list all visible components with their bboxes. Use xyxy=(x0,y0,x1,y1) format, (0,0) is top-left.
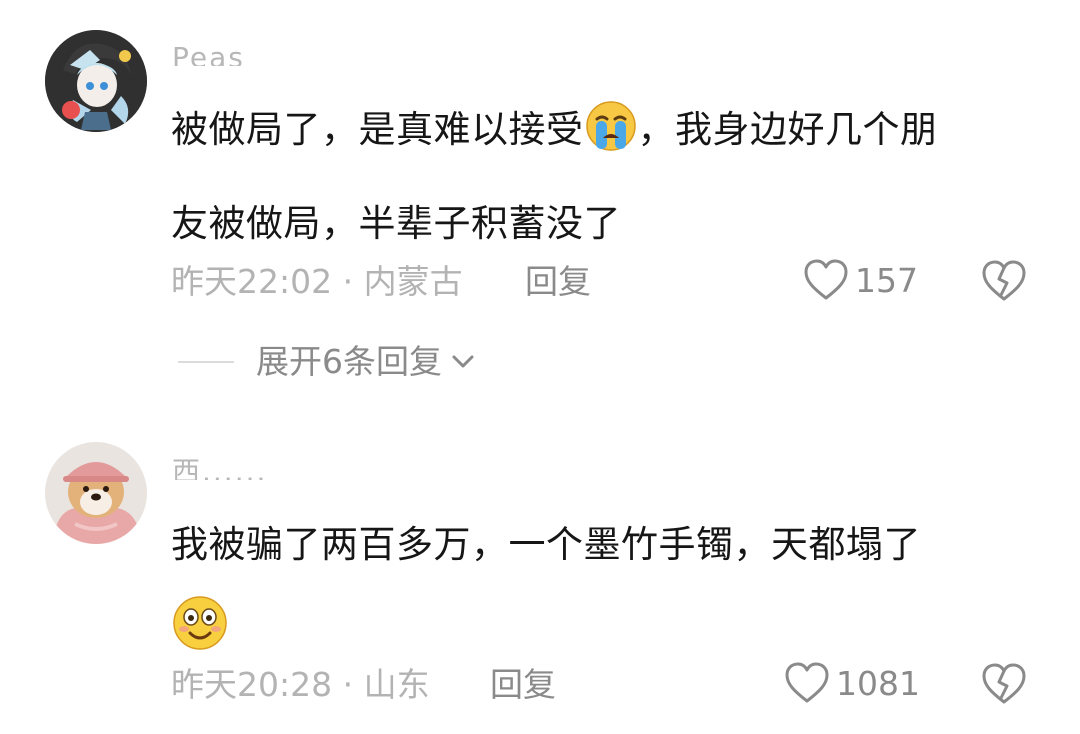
like-count: 1081 xyxy=(836,663,920,703)
avatar[interactable] xyxy=(45,30,147,132)
comment-username[interactable]: Peas xyxy=(172,44,245,66)
dog-avatar-image xyxy=(45,442,147,544)
comment-username[interactable]: 西...... xyxy=(172,458,267,480)
comment-text-line: 我被骗了两百多万，一个墨竹手镯，天都塌了 xyxy=(171,523,921,566)
broken-heart-icon xyxy=(982,663,1026,704)
heart-icon xyxy=(804,259,848,300)
comment-text: 我被骗了两百多万，一个墨竹手镯，天都塌了 xyxy=(171,503,1041,681)
avatar[interactable] xyxy=(45,442,147,544)
timestamp-location: 昨天22:02 · 内蒙古 xyxy=(171,262,463,301)
anime-avatar-image xyxy=(45,30,147,132)
reply-button[interactable]: 回复 xyxy=(525,265,591,298)
reply-button[interactable]: 回复 xyxy=(490,668,556,701)
loudly-crying-face-icon xyxy=(585,98,637,182)
like-count: 157 xyxy=(855,260,918,300)
comment-text-line: 被做局了，是真难以接受 xyxy=(171,108,584,151)
chevron-down-icon xyxy=(452,355,474,367)
heart-icon xyxy=(785,662,829,703)
comment-text: 被做局了，是真难以接受 ，我身边好几个朋 友被做局，半辈子积蓄没了 xyxy=(171,88,1041,266)
dislike-button[interactable] xyxy=(981,259,1027,307)
like-button[interactable]: 1081 xyxy=(784,661,920,705)
dislike-button[interactable] xyxy=(981,662,1027,710)
timestamp-location: 昨天20:28 · 山东 xyxy=(171,665,430,704)
expand-replies-button[interactable]: 展开6条回复 xyxy=(178,345,478,378)
comment-text-line: 友被做局，半辈子积蓄没了 xyxy=(171,202,621,245)
expand-replies-label: 展开6条回复 xyxy=(256,342,442,381)
broken-heart-icon xyxy=(982,260,1026,301)
like-button[interactable]: 157 xyxy=(803,258,918,302)
divider-line xyxy=(178,360,234,363)
comment-text-line: ，我身边好几个朋 xyxy=(637,108,938,151)
